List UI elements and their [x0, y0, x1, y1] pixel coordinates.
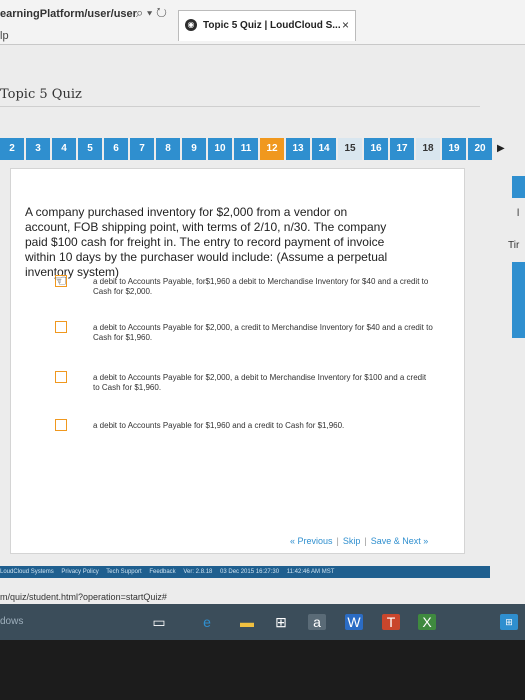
option-3-radio[interactable]: [55, 371, 67, 383]
folder-icon[interactable]: ▬: [238, 614, 256, 630]
save-next-link[interactable]: Save & Next »: [371, 536, 429, 546]
search-refresh-icons[interactable]: ⌕ ▾ ↻: [136, 5, 167, 21]
option-4-radio[interactable]: [55, 419, 67, 431]
footer-brand: LoudCloud Systems: [0, 569, 54, 575]
side-panel-mark: l: [517, 208, 520, 219]
windows-icon[interactable]: ⊞: [500, 614, 518, 630]
question-number-button[interactable]: 8: [156, 138, 180, 160]
side-panel-text: Tir: [508, 240, 520, 251]
option-1-text: a debit to Accounts Payable, for$1,960 a…: [93, 277, 429, 296]
footer-bar: LoudCloud Systems Privacy Policy Tech Su…: [0, 566, 490, 578]
question-stem: A company purchased inventory for $2,000…: [25, 205, 388, 279]
close-icon[interactable]: ×: [342, 18, 349, 32]
url-text[interactable]: earningPlatform/user/user: [0, 8, 137, 20]
next-page-arrow-icon[interactable]: ▶: [497, 138, 505, 162]
support-link[interactable]: Tech Support: [106, 569, 141, 575]
question-number-button[interactable]: 15: [338, 138, 362, 160]
question-number-button[interactable]: 20: [468, 138, 492, 160]
question-number-button[interactable]: 14: [312, 138, 336, 160]
question-navigator: 2 3 4 5 6 7 8 9 10 11 12 13 14 15 16 17 18 19 20 ▶: [0, 138, 505, 162]
title-divider: [0, 106, 480, 107]
version-text: Ver: 2.8.18: [183, 569, 213, 575]
store-icon[interactable]: ⊞: [272, 614, 290, 630]
previous-link[interactable]: « Previous: [290, 536, 333, 546]
app-a-icon[interactable]: a: [308, 614, 326, 630]
menu-help[interactable]: lp: [0, 30, 9, 42]
question-number-button[interactable]: 7: [130, 138, 154, 160]
powerpoint-icon[interactable]: T: [382, 614, 400, 630]
tab-title: Topic 5 Quiz | LoudCloud S...: [203, 20, 341, 31]
question-number-button[interactable]: 16: [364, 138, 388, 160]
question-number-button[interactable]: 4: [52, 138, 76, 160]
taskbar-search[interactable]: dows: [0, 616, 23, 627]
browser-screen: earningPlatform/user/user ⌕ ▾ ↻ ◉ Topic …: [0, 0, 525, 640]
side-panel-block[interactable]: [512, 262, 525, 338]
feedback-link[interactable]: Feedback: [149, 569, 175, 575]
separator: |: [336, 536, 339, 546]
question-number-button[interactable]: 19: [442, 138, 466, 160]
question-panel: A company purchased inventory for $2,000…: [10, 168, 465, 554]
clock-time: 11:42:46 AM MST: [286, 569, 335, 575]
option-2-radio[interactable]: [55, 321, 67, 333]
question-number-button[interactable]: 3: [26, 138, 50, 160]
build-date: 03 Dec 2015 16:27:30: [220, 569, 280, 575]
option-4-text: a debit to Accounts Payable for $1,960 a…: [93, 421, 345, 430]
edge-icon[interactable]: e: [198, 614, 216, 630]
question-number-button[interactable]: 17: [390, 138, 414, 160]
question-number-button[interactable]: 6: [104, 138, 128, 160]
word-icon[interactable]: W: [345, 614, 363, 630]
question-number-button[interactable]: 11: [234, 138, 258, 160]
status-url: m/quiz/student.html?operation=startQuiz#: [0, 592, 167, 602]
question-number-button[interactable]: 10: [208, 138, 232, 160]
option-3-text: a debit to Accounts Payable for $2,000, …: [93, 373, 427, 392]
question-number-button[interactable]: 13: [286, 138, 310, 160]
address-bar: earningPlatform/user/user ⌕ ▾ ↻ ◉ Topic …: [0, 0, 525, 45]
quiz-controls: « Previous | Skip | Save & Next »: [290, 536, 428, 546]
skip-link[interactable]: Skip: [343, 536, 361, 546]
taskbar: dows ▭ e ▬ ⊞ a W T X ⊞: [0, 604, 525, 640]
browser-tab[interactable]: ◉ Topic 5 Quiz | LoudCloud S... ×: [178, 10, 356, 41]
page-title: Topic 5 Quiz: [0, 87, 82, 102]
question-number-button[interactable]: 12: [260, 138, 284, 160]
side-panel-tab[interactable]: [512, 176, 525, 198]
question-number-button[interactable]: 18: [416, 138, 440, 160]
excel-icon[interactable]: X: [418, 614, 436, 630]
option-2-text: a debit to Accounts Payable for $2,000, …: [93, 323, 433, 342]
hand-cursor-icon: ☜: [53, 273, 68, 290]
task-view-icon[interactable]: ▭: [150, 614, 168, 630]
question-number-button[interactable]: 2: [0, 138, 24, 160]
privacy-link[interactable]: Privacy Policy: [61, 569, 98, 575]
question-number-button[interactable]: 9: [182, 138, 206, 160]
question-number-button[interactable]: 5: [78, 138, 102, 160]
favicon-icon: ◉: [185, 19, 197, 31]
separator: |: [364, 536, 367, 546]
